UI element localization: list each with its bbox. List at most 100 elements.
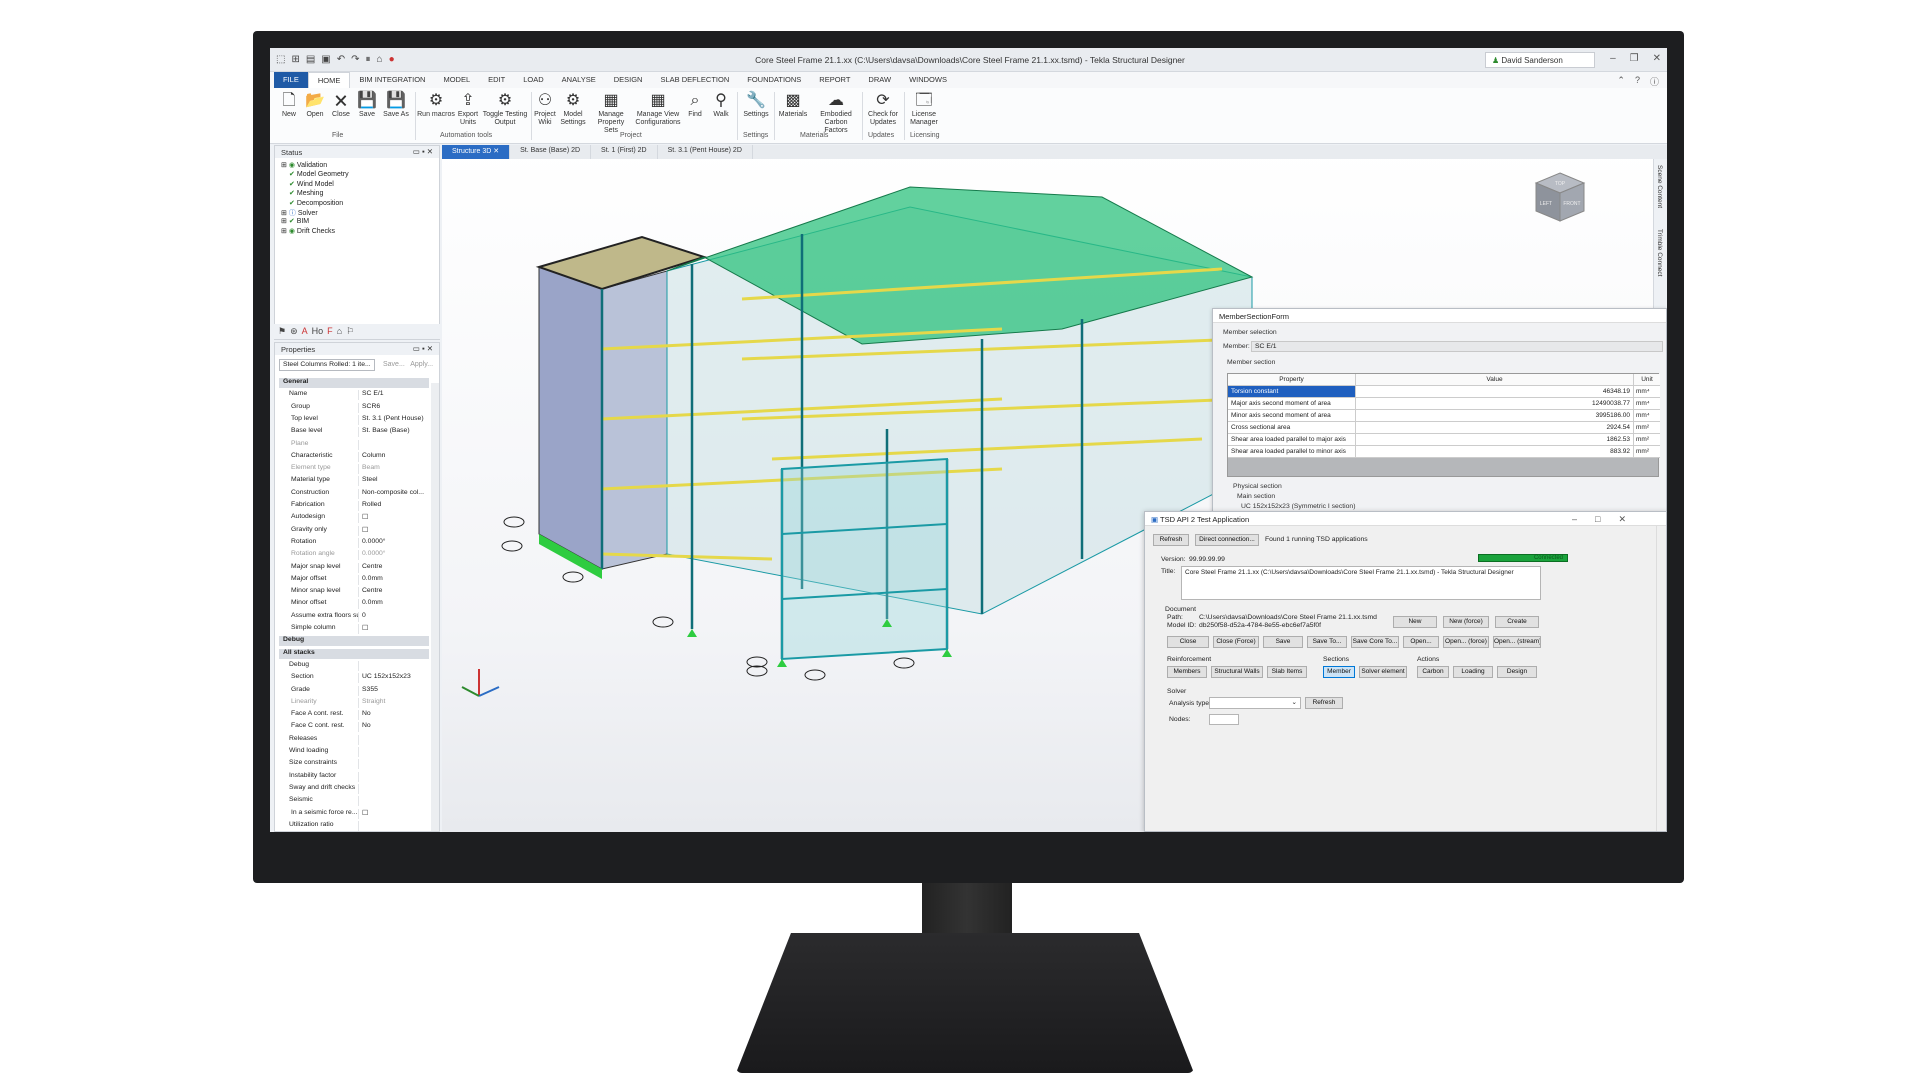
property-row[interactable]: Instability factor: [279, 771, 429, 782]
property-value[interactable]: [359, 821, 429, 831]
property-row[interactable]: Construction Non-composite col...: [279, 488, 429, 499]
property-row[interactable]: General: [279, 378, 429, 388]
property-row[interactable]: Linearity Straight: [279, 697, 429, 708]
member-section-button[interactable]: Member: [1323, 666, 1355, 678]
properties-scrollbar[interactable]: [431, 383, 439, 831]
save-as-button[interactable]: 💾 Save As: [380, 91, 412, 119]
export-units-button[interactable]: ⇪ Export Units: [455, 91, 481, 127]
panel-tool-4-icon[interactable]: Ho: [312, 326, 324, 337]
tree-item-meshing[interactable]: ✔ Meshing: [275, 189, 439, 198]
tree-item-bim[interactable]: ⊞ ✔ BIM: [275, 217, 439, 226]
property-row[interactable]: Minor offset 0.0mm: [279, 599, 429, 610]
table-row[interactable]: Torsion constant 46348.19 mm⁴: [1228, 386, 1660, 398]
panel-tool-2-icon[interactable]: ⊛: [290, 326, 298, 337]
tree-item-solver[interactable]: ⊞ ⓘ Solver: [275, 208, 439, 217]
property-row[interactable]: Debug: [279, 660, 429, 671]
property-row[interactable]: Rotation 0.0000°: [279, 537, 429, 548]
property-value[interactable]: 0.0mm: [359, 575, 429, 585]
member-select[interactable]: SC E/1: [1251, 341, 1663, 352]
property-value[interactable]: [359, 772, 429, 782]
open-button[interactable]: 📂 Open: [302, 91, 328, 119]
property-row[interactable]: Autodesign ☐: [279, 513, 429, 524]
close-button[interactable]: 🗙 Close: [328, 91, 354, 119]
collapse-ribbon-icon[interactable]: ⌃: [1617, 75, 1625, 88]
tab-load[interactable]: LOAD: [514, 72, 552, 88]
model-settings-button[interactable]: ⚙ Model Settings: [558, 91, 588, 127]
record-icon[interactable]: ●: [389, 54, 395, 65]
property-value[interactable]: UC 152x152x23: [359, 673, 429, 683]
property-row[interactable]: Plane: [279, 439, 429, 450]
close-icon[interactable]: ✕: [1618, 514, 1626, 525]
manage-view-configurations-button[interactable]: ▦ Manage View Configurations: [635, 91, 681, 127]
redo-icon[interactable]: ↷: [351, 54, 359, 65]
apply-link[interactable]: Apply...: [410, 361, 433, 368]
property-value[interactable]: Non-composite col...: [359, 489, 429, 499]
property-value[interactable]: [359, 796, 429, 806]
license-manager-button[interactable]: 🗔 License Manager: [906, 91, 942, 127]
open-icon[interactable]: ▤: [306, 54, 315, 65]
property-value[interactable]: Column: [359, 452, 429, 462]
tab-structure-3d[interactable]: Structure 3D ✕: [442, 145, 511, 159]
panel-controls[interactable]: ▭ ▪ ✕: [413, 147, 433, 156]
structural-walls-button[interactable]: Structural Walls: [1211, 666, 1263, 678]
property-value[interactable]: ☐: [359, 513, 429, 523]
settings-button[interactable]: 🔧 Settings: [740, 91, 772, 119]
table-row[interactable]: Shear area loaded parallel to minor axis…: [1228, 446, 1660, 458]
tab-file[interactable]: FILE: [274, 72, 308, 88]
manage-property-sets-button[interactable]: ▦ Manage Property Sets: [590, 91, 632, 135]
info-icon[interactable]: ⓘ: [1650, 75, 1659, 88]
property-row[interactable]: Assume extra floors su... 0: [279, 611, 429, 622]
property-value[interactable]: ☐: [359, 624, 429, 634]
run-macros-button[interactable]: ⚙ Run macros: [417, 91, 455, 119]
title-field[interactable]: Core Steel Frame 21.1.xx (C:\Users\davsa…: [1181, 566, 1541, 600]
property-row[interactable]: Major offset 0.0mm: [279, 574, 429, 585]
property-row[interactable]: Top level St. 3.1 (Pent House): [279, 414, 429, 425]
property-row[interactable]: Section UC 152x152x23: [279, 673, 429, 684]
property-value[interactable]: No: [359, 710, 429, 720]
save-icon[interactable]: ▣: [321, 54, 330, 65]
property-value[interactable]: SC E/1: [359, 390, 429, 400]
direct-connection-button[interactable]: Direct connection...: [1195, 534, 1259, 546]
project-wiki-button[interactable]: ⚇ Project Wiki: [532, 91, 558, 127]
undo-icon[interactable]: ↶: [337, 54, 345, 65]
scene-content-tab[interactable]: Scene Content: [1656, 165, 1663, 208]
property-value[interactable]: Centre: [359, 563, 429, 573]
property-row[interactable]: Minor snap level Centre: [279, 587, 429, 598]
property-value[interactable]: No: [359, 722, 429, 732]
tab-foundations[interactable]: FOUNDATIONS: [738, 72, 810, 88]
view-cube[interactable]: TOP LEFT FRONT: [1532, 169, 1588, 225]
save-to-button[interactable]: Save To...: [1307, 636, 1347, 648]
table-row[interactable]: Major axis second moment of area 12490038…: [1228, 398, 1660, 410]
materials-button[interactable]: ▩ Materials: [776, 91, 810, 119]
property-row[interactable]: Utilization ratio: [279, 820, 429, 831]
table-row[interactable]: Shear area loaded parallel to major axis…: [1228, 434, 1660, 446]
tree-item-model-geometry[interactable]: ✔ Model Geometry: [275, 170, 439, 179]
property-value[interactable]: Steel: [359, 476, 429, 486]
property-row[interactable]: Size constraints: [279, 759, 429, 770]
property-value[interactable]: [359, 735, 429, 745]
model-viewport[interactable]: Structure 3D ✕ St. Base (Base) 2D St. 1 …: [442, 145, 1667, 832]
panel-tool-3-icon[interactable]: A: [302, 326, 308, 337]
panel-controls[interactable]: ▭ ▪ ✕: [413, 344, 433, 353]
property-value[interactable]: ☐: [359, 526, 429, 536]
tab-report[interactable]: REPORT: [810, 72, 859, 88]
tree-item-decomposition[interactable]: ✔ Decomposition: [275, 199, 439, 208]
property-value[interactable]: Straight: [359, 698, 429, 708]
close-button[interactable]: Close: [1167, 636, 1209, 648]
tree-item-validation[interactable]: ⊞ ◉ Validation: [275, 161, 439, 170]
property-value[interactable]: [359, 784, 429, 794]
help-icon[interactable]: ?: [1635, 75, 1640, 88]
save-button[interactable]: Save: [1263, 636, 1303, 648]
tab-windows[interactable]: WINDOWS: [900, 72, 956, 88]
solver-element-button[interactable]: Solver element: [1359, 666, 1407, 678]
maximize-icon[interactable]: □: [1595, 514, 1600, 525]
table-row[interactable]: Minor axis second moment of area 3995186.…: [1228, 410, 1660, 422]
solver-refresh-button[interactable]: Refresh: [1305, 697, 1343, 709]
tab-slab-deflection[interactable]: SLAB DEFLECTION: [651, 72, 738, 88]
walk-button[interactable]: ⚲ Walk: [709, 91, 733, 119]
property-value[interactable]: Rolled: [359, 501, 429, 511]
property-row[interactable]: Gravity only ☐: [279, 525, 429, 536]
property-row[interactable]: Major snap level Centre: [279, 562, 429, 573]
property-row[interactable]: Fabrication Rolled: [279, 501, 429, 511]
refresh-button[interactable]: Refresh: [1153, 534, 1189, 546]
